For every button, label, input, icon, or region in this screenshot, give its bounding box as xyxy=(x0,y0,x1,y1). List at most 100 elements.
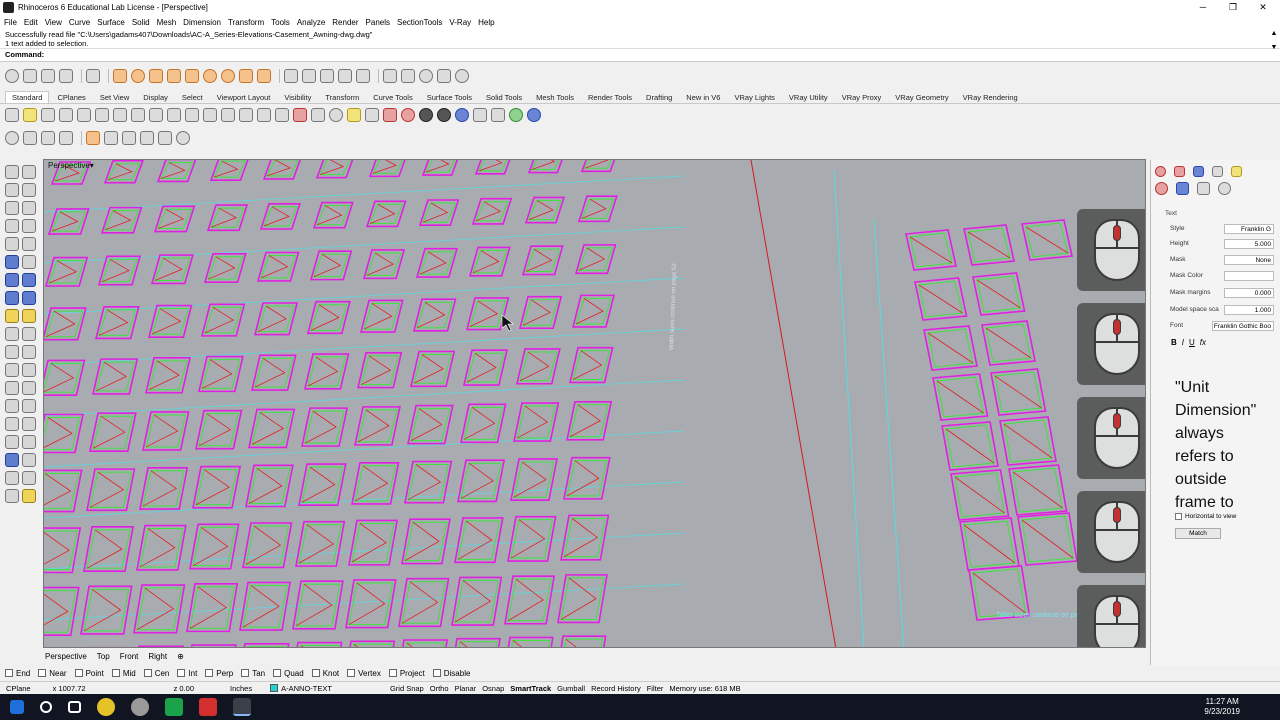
tab-vray-proxy[interactable]: VRay Proxy xyxy=(836,92,888,103)
globe-icon[interactable] xyxy=(509,108,523,122)
edge-icon[interactable] xyxy=(22,255,36,269)
perspective-viewport[interactable]: Perspective▾ Width sizes continue on pag… xyxy=(43,159,1146,648)
trim-icon[interactable] xyxy=(5,363,19,377)
surface-icon[interactable] xyxy=(284,69,298,83)
tab-top[interactable]: Top xyxy=(97,652,110,661)
history-scrollbar[interactable]: ▲ ▼ xyxy=(1270,30,1278,62)
tab-mesh-tools[interactable]: Mesh Tools xyxy=(530,92,580,103)
toggle-icon[interactable] xyxy=(5,131,19,145)
close-button[interactable]: ✕ xyxy=(1248,0,1278,15)
zoom-extents-icon[interactable] xyxy=(221,108,235,122)
tab-vray-geometry[interactable]: VRay Geometry xyxy=(889,92,954,103)
boolean-icon[interactable] xyxy=(5,327,19,341)
new-file-icon[interactable] xyxy=(5,108,19,122)
mask-margins-input[interactable]: 0.000 xyxy=(1224,288,1274,298)
mask-color-swatch[interactable] xyxy=(1224,271,1274,281)
shape-icon[interactable] xyxy=(122,131,136,145)
menu-surface[interactable]: Surface xyxy=(97,18,125,27)
layers-tab-icon[interactable] xyxy=(1193,166,1204,177)
search-icon[interactable] xyxy=(40,701,52,713)
circle-icon[interactable] xyxy=(5,201,19,215)
task-view-icon[interactable] xyxy=(68,701,81,713)
osnap-mid[interactable]: Mid xyxy=(111,669,136,678)
transform-icon[interactable] xyxy=(383,69,397,83)
tab-right[interactable]: Right xyxy=(148,652,167,661)
print-icon[interactable] xyxy=(59,108,73,122)
menu-dimension[interactable]: Dimension xyxy=(183,18,221,27)
zoom-icon[interactable] xyxy=(185,108,199,122)
osnap-cen[interactable]: Cen xyxy=(143,669,169,678)
point-icon[interactable] xyxy=(113,69,127,83)
ortho-toggle[interactable]: Ortho xyxy=(430,684,449,693)
pan-icon[interactable] xyxy=(41,69,55,83)
cylinder-icon[interactable] xyxy=(22,291,36,305)
app-icon[interactable] xyxy=(131,698,149,716)
edit-icon[interactable] xyxy=(140,131,154,145)
tab-cplanes[interactable]: CPlanes xyxy=(51,92,91,103)
circle-icon[interactable] xyxy=(131,69,145,83)
link-icon[interactable] xyxy=(1218,182,1231,195)
solid-icon[interactable] xyxy=(302,69,316,83)
curve-icon[interactable] xyxy=(185,69,199,83)
tab-viewport-layout[interactable]: Viewport Layout xyxy=(211,92,277,103)
menu-edit[interactable]: Edit xyxy=(24,18,38,27)
italic-button[interactable]: I xyxy=(1182,338,1184,347)
viewport-menu-icon[interactable]: ▾ xyxy=(90,161,94,170)
text-icon[interactable] xyxy=(22,309,36,323)
planar-toggle[interactable]: Planar xyxy=(455,684,477,693)
star-icon[interactable] xyxy=(239,69,253,83)
menu-curve[interactable]: Curve xyxy=(69,18,90,27)
box-select-icon[interactable] xyxy=(59,131,73,145)
osnap-vertex[interactable]: Vertex xyxy=(347,669,381,678)
render-icon[interactable] xyxy=(22,489,36,503)
explode-icon[interactable] xyxy=(22,381,36,395)
font-select[interactable]: Franklin Gothic Boo xyxy=(1212,321,1274,331)
menu-mesh[interactable]: Mesh xyxy=(157,18,177,27)
tab-vray-lights[interactable]: VRay Lights xyxy=(728,92,780,103)
toggle-icon[interactable] xyxy=(5,69,19,83)
curve-icon[interactable] xyxy=(22,237,36,251)
tab-vray-rendering[interactable]: VRay Rendering xyxy=(957,92,1024,103)
arc-icon[interactable] xyxy=(221,69,235,83)
zoom-window-icon[interactable] xyxy=(203,108,217,122)
camtasia-icon[interactable] xyxy=(165,698,183,716)
options-icon[interactable] xyxy=(473,108,487,122)
fillet-icon[interactable] xyxy=(167,69,181,83)
window-icon[interactable] xyxy=(41,131,55,145)
command-line[interactable]: Command: xyxy=(0,49,1280,62)
osnap-toggle[interactable]: Osnap xyxy=(482,684,504,693)
filter-toggle[interactable]: Filter xyxy=(647,684,664,693)
grid-icon[interactable] xyxy=(311,108,325,122)
material-tab-icon[interactable] xyxy=(1155,166,1166,177)
current-layer[interactable]: A-ANNO-TEXT xyxy=(281,684,332,693)
split-icon[interactable] xyxy=(22,363,36,377)
rotate-view-icon[interactable] xyxy=(23,69,37,83)
rectangle-icon[interactable] xyxy=(22,219,36,233)
folder-tab-icon[interactable] xyxy=(1231,166,1242,177)
tab-solid-tools[interactable]: Solid Tools xyxy=(480,92,528,103)
chrome-icon[interactable] xyxy=(97,698,115,716)
menu-view[interactable]: View xyxy=(45,18,62,27)
smarttrack-toggle[interactable]: SmartTrack xyxy=(510,684,551,693)
system-clock[interactable]: 11:27 AM 9/23/2019 xyxy=(1204,697,1240,717)
copy-icon[interactable] xyxy=(77,108,91,122)
rotate-icon[interactable] xyxy=(5,417,19,431)
height-input[interactable]: 5.000 xyxy=(1224,239,1274,249)
move-icon[interactable] xyxy=(5,399,19,413)
ellipse-icon[interactable] xyxy=(5,237,19,251)
shaded-sphere-icon[interactable] xyxy=(437,108,451,122)
tab-surface-tools[interactable]: Surface Tools xyxy=(421,92,478,103)
fx-button[interactable]: fx xyxy=(1200,338,1206,347)
plug-icon[interactable] xyxy=(158,131,172,145)
material-icon[interactable] xyxy=(419,108,433,122)
box-select-icon[interactable] xyxy=(86,69,100,83)
tab-standard[interactable]: Standard xyxy=(5,91,50,103)
layer-icon[interactable] xyxy=(383,108,397,122)
tab-perspective[interactable]: Perspective xyxy=(45,652,87,661)
windows-start-icon[interactable] xyxy=(10,700,24,714)
osnap-point[interactable]: Point xyxy=(74,669,104,678)
text-content-field[interactable]: "Unit Dimension" always refers to outsid… xyxy=(1175,376,1267,514)
osnap-project[interactable]: Project xyxy=(388,669,425,678)
tab-transform[interactable]: Transform xyxy=(319,92,365,103)
menu-tools[interactable]: Tools xyxy=(271,18,290,27)
